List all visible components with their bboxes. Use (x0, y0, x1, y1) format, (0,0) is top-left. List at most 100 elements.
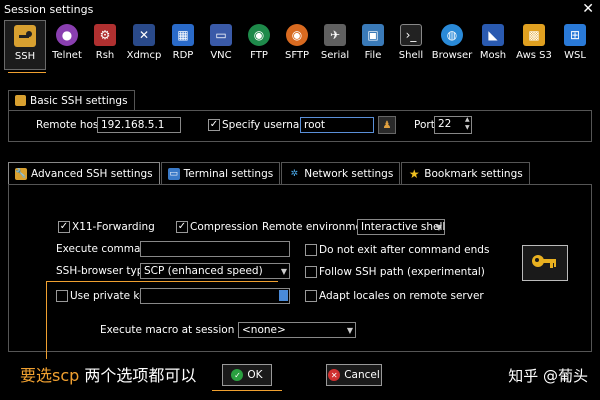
ok-button-underline (212, 390, 282, 391)
annotation-line (46, 281, 47, 359)
tab-label: Terminal settings (183, 167, 274, 180)
remote-environment-value: Interactive shell (361, 221, 446, 233)
follow-ssh-path-checkbox[interactable] (305, 266, 317, 278)
ok-button[interactable]: ✓ OK (222, 364, 272, 386)
protocol-label: FTP (250, 50, 268, 61)
port-label: Port (414, 119, 435, 131)
protocol-mosh[interactable]: ◣ Mosh (474, 20, 512, 70)
network-icon: ✲ (290, 168, 298, 179)
annotation-prefix: 要选 (20, 366, 53, 385)
ssh-browser-type-select[interactable]: SCP (enhanced speed) ▼ (140, 263, 290, 279)
use-private-key-checkbox[interactable] (56, 290, 68, 302)
ftp-icon: ◉ (248, 24, 270, 46)
adapt-locales-label: Adapt locales on remote server (319, 290, 484, 302)
protocol-file[interactable]: ▣ File (354, 20, 392, 70)
protocol-label: SSH (14, 51, 36, 62)
protocol-label: SFTP (284, 50, 310, 61)
port-spinner-icon[interactable]: ▲ ▼ (465, 116, 470, 132)
ssh-icon (14, 25, 36, 47)
cancel-icon: ✕ (328, 369, 341, 381)
protocol-label: Aws S3 (516, 50, 552, 61)
follow-ssh-path-label: Follow SSH path (experimental) (319, 266, 485, 278)
wsl-icon: ⊞ (564, 24, 586, 46)
protocol-browser[interactable]: ◍ Browser (430, 20, 474, 70)
protocol-wsl[interactable]: ⊞ WSL (556, 20, 594, 70)
tab-terminal-settings[interactable]: ▭ Terminal settings (160, 162, 281, 184)
title-bar: Session settings ✕ (0, 0, 600, 18)
tab-bookmark-settings[interactable]: ★ Bookmark settings (401, 162, 530, 184)
tab-network-settings[interactable]: ✲ Network settings (281, 162, 401, 184)
protocol-label: Telnet (52, 50, 82, 61)
close-icon[interactable]: ✕ (582, 1, 594, 17)
x11-forwarding-checkbox[interactable]: ✓ (58, 221, 70, 233)
ssh-browser-type-value: SCP (enhanced speed) (144, 265, 263, 277)
execute-macro-value: <none> (242, 324, 286, 336)
protocol-sftp[interactable]: ◉ SFTP (278, 20, 316, 70)
protocol-label: WSL (564, 50, 586, 61)
protocol-telnet[interactable]: ● Telnet (48, 20, 86, 70)
file-icon: ▣ (362, 24, 384, 46)
tab-label: Bookmark settings (424, 167, 523, 180)
rsh-icon: ⚙ (94, 24, 116, 46)
protocol-ftp[interactable]: ◉ FTP (240, 20, 278, 70)
no-exit-label: Do not exit after command ends (319, 244, 490, 256)
protocol-ssh[interactable]: SSH (4, 20, 46, 70)
check-icon: ✓ (231, 369, 244, 381)
protocol-shell[interactable]: ›_ Shell (392, 20, 430, 70)
specify-username-checkbox[interactable]: ✓ (208, 119, 220, 131)
window-title: Session settings (4, 2, 94, 16)
protocol-label: Mosh (479, 50, 507, 61)
protocol-label: RDP (172, 50, 194, 61)
xdmcp-icon: ✕ (133, 24, 155, 46)
annotation-highlight: scp (52, 366, 80, 385)
protocol-label: Shell (398, 50, 424, 61)
no-exit-checkbox[interactable] (305, 244, 317, 256)
ssh-selected-underline (8, 72, 46, 73)
ssh-browser-type-label: SSH-browser type: (56, 265, 154, 277)
basic-tab-label: Basic SSH settings (30, 94, 128, 107)
private-key-icon-box (522, 245, 568, 281)
execute-command-input[interactable] (140, 241, 290, 257)
user-icon[interactable]: ♟ (378, 116, 396, 134)
watermark: 知乎 @葡头 (508, 367, 588, 385)
compression-checkbox[interactable]: ✓ (176, 221, 188, 233)
telnet-icon: ● (56, 24, 78, 46)
protocol-aws-s3[interactable]: ▩ Aws S3 (512, 20, 556, 70)
vnc-icon: ▭ (210, 24, 232, 46)
username-input[interactable]: root (300, 117, 374, 133)
sftp-icon: ◉ (286, 24, 308, 46)
private-key-input[interactable] (140, 288, 290, 304)
remote-environment-select[interactable]: Interactive shell ▼ (357, 219, 445, 235)
shell-icon: ›_ (400, 24, 422, 46)
terminal-icon: ▭ (167, 167, 180, 180)
execute-macro-select[interactable]: <none> ▼ (238, 322, 356, 338)
protocol-rsh[interactable]: ⚙ Rsh (86, 20, 124, 70)
tab-advanced-ssh-settings[interactable]: 🔧 Advanced SSH settings (8, 162, 160, 184)
wrench-icon (15, 95, 26, 106)
session-settings-window: Session settings ✕ SSH ● Telnet ⚙ Rsh ✕ … (0, 0, 600, 400)
remote-host-input[interactable]: 192.168.5.1 (97, 117, 181, 133)
adapt-locales-checkbox[interactable] (305, 290, 317, 302)
wrench-icon: 🔧 (15, 167, 27, 180)
mosh-icon: ◣ (482, 24, 504, 46)
protocol-xdmcp[interactable]: ✕ Xdmcp (124, 20, 164, 70)
protocol-rdp[interactable]: ▦ RDP (164, 20, 202, 70)
chevron-down-icon: ▼ (280, 267, 287, 276)
tab-label: Advanced SSH settings (31, 167, 153, 180)
protocol-label: VNC (210, 50, 232, 61)
star-icon: ★ (408, 166, 420, 181)
key-icon (532, 255, 556, 268)
serial-icon: ✈ (324, 24, 346, 46)
advanced-tabs: 🔧 Advanced SSH settings ▭ Terminal setti… (8, 162, 531, 184)
chevron-down-icon: ▼ (346, 326, 353, 335)
protocol-label: Serial (320, 50, 350, 61)
protocol-serial[interactable]: ✈ Serial (316, 20, 354, 70)
annotation-suffix: 两个选项都可以 (79, 366, 197, 385)
file-icon[interactable] (279, 290, 288, 301)
aws-s3-icon: ▩ (523, 24, 545, 46)
protocol-vnc[interactable]: ▭ VNC (202, 20, 240, 70)
x11-forwarding-label: X11-Forwarding (72, 221, 155, 233)
tab-label: Network settings (304, 167, 394, 180)
protocol-label: Browser (431, 50, 473, 61)
cancel-button[interactable]: ✕ Cancel (326, 364, 382, 386)
